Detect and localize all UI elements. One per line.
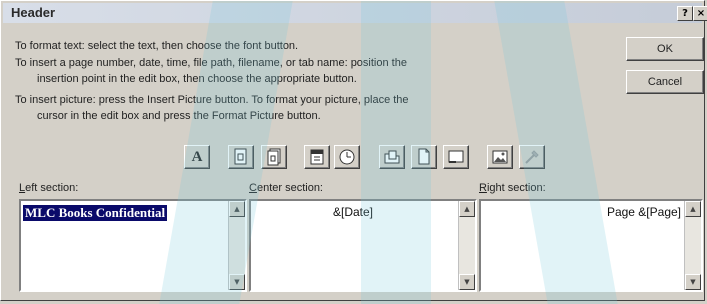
instruction-line-3: insertion point in the edit box, then ch…: [37, 73, 357, 85]
page-number-icon: [234, 148, 247, 165]
help-button[interactable]: ?: [677, 6, 693, 21]
header-dialog: Header ? × To format text: select the te…: [0, 0, 707, 304]
format-picture-icon: [525, 150, 539, 164]
center-section-edit[interactable]: &[Date] ▲ ▼: [249, 199, 477, 292]
title-bar: Header ? ×: [3, 3, 707, 23]
center-section-text: &[Date]: [333, 205, 374, 219]
time-button[interactable]: [334, 145, 360, 169]
total-pages-button[interactable]: [261, 145, 287, 169]
font-icon: A: [191, 148, 203, 165]
left-section-text: MLC Books Confidential: [23, 205, 168, 221]
close-button[interactable]: ×: [693, 6, 707, 21]
center-section-label: Center section:: [249, 182, 323, 194]
file-path-icon: [384, 150, 400, 164]
left-section-edit[interactable]: MLC Books Confidential ▲ ▼: [19, 199, 247, 292]
date-icon: [310, 149, 324, 165]
filename-icon: [418, 148, 430, 165]
right-section-label: Right section:: [479, 182, 546, 194]
scroll-down-icon[interactable]: ▼: [229, 274, 245, 290]
instruction-line-2: To insert a page number, date, time, fil…: [15, 57, 407, 69]
file-path-button[interactable]: [379, 145, 405, 169]
page-number-button[interactable]: [228, 145, 254, 169]
scroll-down-icon[interactable]: ▼: [459, 274, 475, 290]
dialog-title: Header: [11, 5, 56, 20]
font-button[interactable]: A: [184, 145, 210, 169]
time-icon: [339, 149, 355, 165]
left-section-label: Left section:: [19, 182, 79, 194]
scroll-up-icon[interactable]: ▲: [229, 201, 245, 217]
right-section-scrollbar[interactable]: ▲ ▼: [684, 201, 701, 290]
instruction-line-4: To insert picture: press the Insert Pict…: [15, 94, 409, 106]
format-picture-button[interactable]: [519, 145, 545, 169]
sheet-name-icon: [448, 150, 464, 163]
right-section-edit[interactable]: Page &[Page] ▲ ▼: [479, 199, 703, 292]
sheet-name-button[interactable]: [443, 145, 469, 169]
instruction-line-5: cursor in the edit box and press the For…: [37, 110, 321, 122]
filename-button[interactable]: [411, 145, 437, 169]
scroll-up-icon[interactable]: ▲: [459, 201, 475, 217]
scroll-up-icon[interactable]: ▲: [685, 201, 701, 217]
insert-picture-icon: [492, 150, 508, 164]
total-pages-icon: [267, 148, 281, 166]
scroll-down-icon[interactable]: ▼: [685, 274, 701, 290]
ok-button[interactable]: OK: [626, 37, 704, 61]
right-section-text: Page &[Page]: [606, 205, 681, 219]
instruction-line-1: To format text: select the text, then ch…: [15, 40, 299, 52]
insert-picture-button[interactable]: [487, 145, 513, 169]
center-section-scrollbar[interactable]: ▲ ▼: [458, 201, 475, 290]
cancel-button[interactable]: Cancel: [626, 70, 704, 94]
date-button[interactable]: [304, 145, 330, 169]
left-section-scrollbar[interactable]: ▲ ▼: [228, 201, 245, 290]
